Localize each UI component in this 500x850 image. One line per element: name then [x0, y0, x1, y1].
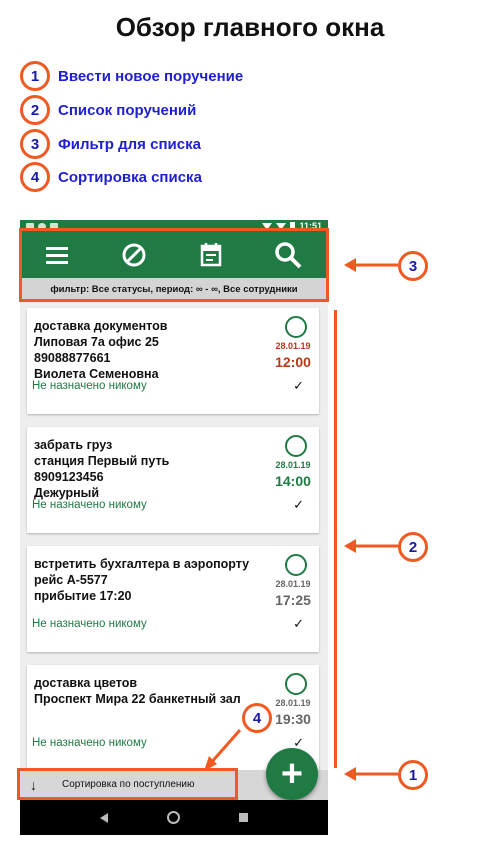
back-icon[interactable] [99, 812, 108, 823]
legend-badge: 4 [20, 162, 50, 192]
task-time: 17:25 [275, 592, 311, 608]
checkmark-icon: ✓ [293, 497, 304, 512]
task-description: доставка цветов Проспект Мира 22 банкетн… [34, 675, 241, 707]
task-line: забрать груз [34, 438, 113, 452]
task-date: 28.01.19 [275, 579, 311, 589]
list-bracket-line [334, 310, 337, 768]
legend-label: Ввести новое поручение [58, 67, 244, 85]
task-line: Липовая 7а офис 25 [34, 335, 159, 349]
task-card[interactable]: забрать груз станция Первый путь 8909123… [27, 427, 319, 533]
legend-label: Сортировка списка [58, 168, 202, 186]
checkmark-icon: ✓ [293, 378, 304, 393]
home-icon[interactable] [166, 811, 180, 824]
annotation-badge-2: 2 [398, 532, 428, 562]
task-card[interactable]: доставка документов Липовая 7а офис 25 8… [27, 308, 319, 414]
legend-item-new-task: 1 Ввести новое поручение [20, 60, 243, 92]
annotation-badge-3: 3 [398, 251, 428, 281]
filter-highlight-box [19, 228, 329, 302]
checkmark-icon: ✓ [293, 616, 304, 631]
task-date: 28.01.19 [275, 460, 311, 470]
legend-badge: 2 [20, 95, 50, 125]
task-time: 19:30 [275, 711, 311, 727]
page-title: Обзор главного окна [115, 12, 385, 42]
legend-item-task-list: 2 Список поручений [20, 94, 196, 126]
task-assignee: Не назначено никому [32, 737, 147, 749]
annotation-badge-1: 1 [398, 760, 428, 790]
task-line: рейс А-5577 [34, 573, 108, 587]
task-card[interactable]: встретить бухгалтера в аэропорту рейс А-… [27, 546, 319, 652]
legend-item-filter: 3 Фильтр для списка [20, 128, 201, 160]
task-line: Проспект Мира 22 банкетный зал [34, 692, 241, 706]
task-line: станция Первый путь [34, 454, 170, 468]
annotation-badge-4: 4 [242, 703, 272, 733]
task-description: забрать груз станция Первый путь 8909123… [34, 437, 169, 501]
task-date: 28.01.19 [275, 698, 311, 708]
phone-screen: 11:51 фильтр: Все статусы, период: ∞ - ∞… [20, 220, 328, 835]
task-assignee: Не назначено никому [32, 499, 147, 511]
task-line: доставка цветов [34, 676, 138, 690]
recent-apps-icon[interactable] [239, 813, 249, 822]
legend-badge: 3 [20, 129, 50, 159]
sort-highlight-box [17, 768, 238, 800]
complete-circle-icon[interactable] [285, 435, 307, 457]
legend-label: Фильтр для списка [58, 135, 201, 153]
task-description: встретить бухгалтера в аэропорту рейс А-… [34, 556, 249, 604]
legend-badge: 1 [20, 61, 50, 91]
legend-label: Список поручений [58, 101, 197, 119]
task-line: 89088877661 [34, 351, 111, 365]
task-assignee: Не назначено никому [32, 380, 147, 392]
legend-item-sort: 4 Сортировка списка [20, 161, 202, 193]
task-line: 8909123456 [34, 470, 104, 484]
system-nav-bar [20, 800, 328, 835]
task-time: 12:00 [275, 354, 311, 370]
task-description: доставка документов Липовая 7а офис 25 8… [34, 318, 167, 382]
task-assignee: Не назначено никому [32, 618, 147, 630]
task-date: 28.01.19 [275, 341, 311, 351]
complete-circle-icon[interactable] [285, 673, 307, 695]
add-task-button[interactable]: + [266, 748, 318, 800]
complete-circle-icon[interactable] [285, 316, 307, 338]
task-line: доставка документов [34, 319, 168, 333]
task-line: прибытие 17:20 [34, 589, 132, 603]
task-time: 14:00 [275, 473, 311, 489]
complete-circle-icon[interactable] [285, 554, 307, 576]
task-line: встретить бухгалтера в аэропорту [34, 557, 250, 571]
